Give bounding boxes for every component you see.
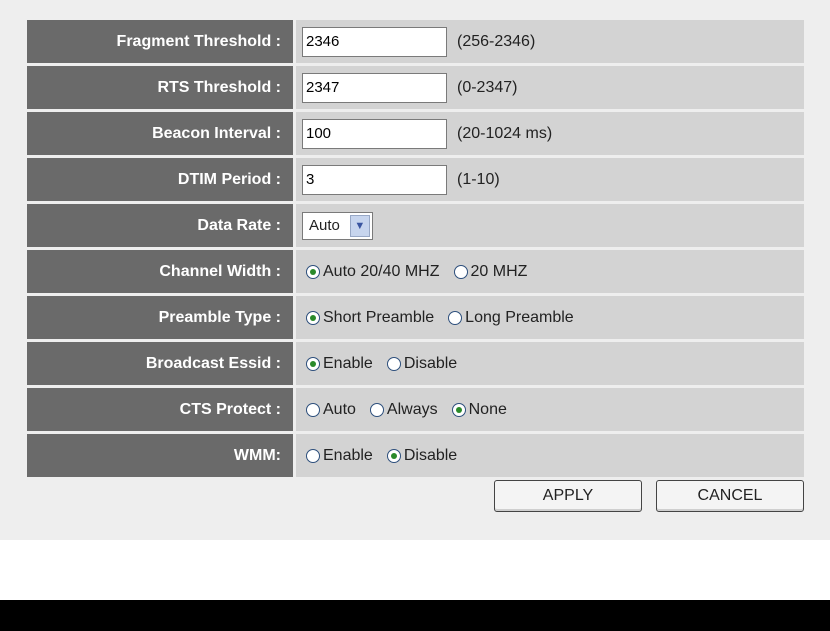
chevron-down-icon[interactable]: ▼ <box>349 214 370 237</box>
fragment-threshold-range: (256-2346) <box>457 32 536 50</box>
wmm-option-enable[interactable]: Enable <box>306 447 373 465</box>
radio-button-icon[interactable] <box>306 264 320 279</box>
broadcast-essid-option-enable-label: Enable <box>323 354 373 372</box>
dtim-period-input[interactable] <box>302 164 447 195</box>
row-rts-threshold: RTS Threshold : (0-2347) <box>27 66 804 112</box>
broadcast-essid-option-disable-label: Disable <box>403 354 458 372</box>
beacon-interval-range: (20-1024 ms) <box>457 124 553 142</box>
cancel-button[interactable]: CANCEL <box>656 480 804 512</box>
beacon-interval-label: Beacon Interval : <box>27 112 293 155</box>
wireless-advanced-settings-table: Fragment Threshold : (256-2346) RTS Thre… <box>27 20 804 477</box>
radio-button-icon[interactable] <box>306 310 320 325</box>
radio-button-icon[interactable] <box>386 356 401 371</box>
beacon-interval-input[interactable] <box>302 118 447 149</box>
cts-protect-label: CTS Protect : <box>27 388 293 431</box>
channel-width-option-auto[interactable]: Auto 20/40 MHZ <box>306 263 440 281</box>
apply-button[interactable]: APPLY <box>494 480 642 512</box>
cts-protect-option-none-label: None <box>468 400 507 418</box>
channel-width-label: Channel Width : <box>27 250 293 293</box>
dtim-period-range: (1-10) <box>457 170 500 188</box>
wmm-label: WMM: <box>27 434 293 477</box>
fragment-threshold-input[interactable] <box>302 26 447 57</box>
cts-protect-option-always[interactable]: Always <box>369 400 438 419</box>
cts-protect-option-auto-label: Auto <box>323 400 356 418</box>
preamble-option-long-label: Long Preamble <box>465 308 574 326</box>
row-broadcast-essid: Broadcast Essid : Enable Disable <box>27 342 804 388</box>
radio-button-icon[interactable] <box>369 402 384 417</box>
broadcast-essid-label: Broadcast Essid : <box>27 342 293 385</box>
preamble-option-short-label: Short Preamble <box>323 308 435 326</box>
radio-button-icon[interactable] <box>453 264 468 279</box>
data-rate-label: Data Rate : <box>27 204 293 247</box>
radio-button-icon[interactable] <box>306 448 320 463</box>
rts-threshold-input[interactable] <box>302 72 447 103</box>
broadcast-essid-option-enable[interactable]: Enable <box>306 355 373 373</box>
row-beacon-interval: Beacon Interval : (20-1024 ms) <box>27 112 804 158</box>
channel-width-option-20mhz-label: 20 MHZ <box>470 262 528 280</box>
radio-button-icon[interactable] <box>451 402 466 417</box>
fragment-threshold-label: Fragment Threshold : <box>27 20 293 63</box>
row-dtim-period: DTIM Period : (1-10) <box>27 158 804 204</box>
broadcast-essid-option-disable[interactable]: Disable <box>386 354 458 373</box>
data-rate-select[interactable]: Auto ▼ <box>302 211 373 240</box>
cts-protect-option-always-label: Always <box>386 400 438 418</box>
radio-button-icon[interactable] <box>306 356 320 371</box>
data-rate-selected-value: Auto <box>309 217 340 234</box>
wmm-option-disable-label: Disable <box>403 446 458 464</box>
preamble-option-short[interactable]: Short Preamble <box>306 309 434 327</box>
channel-width-option-20mhz[interactable]: 20 MHZ <box>453 262 528 281</box>
preamble-type-label: Preamble Type : <box>27 296 293 339</box>
row-cts-protect: CTS Protect : Auto Always None <box>27 388 804 434</box>
cts-protect-option-auto[interactable]: Auto <box>306 401 356 419</box>
radio-button-icon[interactable] <box>306 402 320 417</box>
bottom-border-bar <box>0 600 830 631</box>
wmm-option-enable-label: Enable <box>323 446 373 464</box>
form-buttons: APPLY CANCEL <box>480 480 804 512</box>
preamble-option-long[interactable]: Long Preamble <box>448 309 574 327</box>
settings-panel: Fragment Threshold : (256-2346) RTS Thre… <box>0 0 830 540</box>
row-data-rate: Data Rate : Auto ▼ <box>27 204 804 250</box>
rts-threshold-range: (0-2347) <box>457 78 518 96</box>
radio-button-icon[interactable] <box>386 448 401 463</box>
rts-threshold-label: RTS Threshold : <box>27 66 293 109</box>
cts-protect-option-none[interactable]: None <box>451 400 507 419</box>
wmm-option-disable[interactable]: Disable <box>386 446 458 465</box>
row-channel-width: Channel Width : Auto 20/40 MHZ 20 MHZ <box>27 250 804 296</box>
channel-width-option-auto-label: Auto 20/40 MHZ <box>323 262 440 280</box>
dtim-period-label: DTIM Period : <box>27 158 293 201</box>
radio-button-icon[interactable] <box>448 310 463 325</box>
row-fragment-threshold: Fragment Threshold : (256-2346) <box>27 20 804 66</box>
row-wmm: WMM: Enable Disable <box>27 434 804 477</box>
row-preamble-type: Preamble Type : Short Preamble Long Prea… <box>27 296 804 342</box>
